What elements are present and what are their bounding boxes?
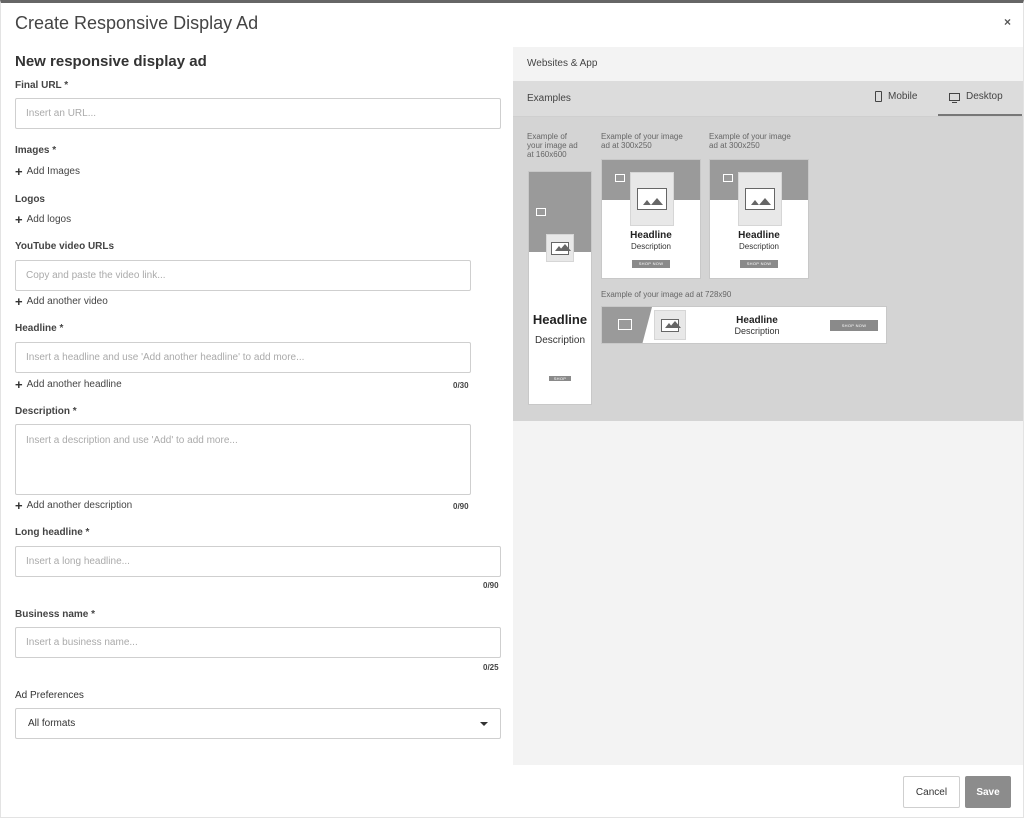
description-textarea[interactable]	[15, 424, 471, 495]
add-logos-label: Add logos	[26, 214, 72, 225]
image-icon	[745, 188, 775, 210]
plus-icon: +	[15, 211, 23, 227]
image-icon	[637, 188, 667, 210]
save-button[interactable]: Save	[965, 776, 1011, 808]
ad-description: Description	[738, 242, 779, 251]
image-icon	[551, 241, 572, 255]
add-logos-link[interactable]: + Add logos	[15, 211, 72, 227]
examples-area: Example of your image ad at 160x600 Exam…	[513, 117, 1023, 421]
headline-input[interactable]	[15, 342, 471, 373]
preview-header: Websites & App	[513, 47, 1023, 81]
headline-counter: 0/30	[453, 381, 469, 390]
add-images-label: Add Images	[26, 166, 80, 177]
ad-headline: Headline	[738, 230, 780, 241]
logos-label: Logos	[15, 194, 45, 205]
ad-preferences-value: All formats	[28, 718, 76, 729]
active-tab-indicator	[938, 114, 1022, 116]
ad-description: Description	[630, 242, 671, 251]
images-label: Images *	[15, 145, 57, 156]
add-description-label: Add another description	[26, 500, 133, 511]
tab-mobile[interactable]: Mobile	[875, 91, 917, 102]
ad-description: Description	[534, 335, 586, 346]
add-images-link[interactable]: + Add Images	[15, 163, 80, 179]
long-headline-input[interactable]	[15, 546, 501, 577]
ad-preferences-select[interactable]: All formats	[15, 708, 501, 739]
logo-icon	[536, 208, 546, 216]
tab-mobile-label: Mobile	[888, 91, 918, 102]
long-headline-counter: 0/90	[483, 581, 499, 590]
ad-preview-160x600: Headline Description SHOP NOW	[528, 171, 592, 405]
tab-desktop[interactable]: Desktop	[949, 91, 1003, 103]
ad-headline: Headline	[532, 312, 588, 327]
description-counter: 0/90	[453, 502, 469, 511]
preview-tabbar: Examples Mobile Desktop	[513, 81, 1023, 117]
image-placeholder	[630, 172, 674, 226]
final-url-label: Final URL *	[15, 80, 69, 91]
preview-network-label: Websites & App	[527, 58, 598, 69]
ad-headline: Headline	[736, 315, 778, 326]
caption-300x250-a: Example of your image ad at 300x250	[601, 132, 683, 150]
business-name-input[interactable]	[15, 627, 501, 658]
add-headline-label: Add another headline	[26, 379, 122, 390]
long-headline-label: Long headline *	[15, 527, 90, 538]
add-description-link[interactable]: + Add another description	[15, 497, 133, 513]
plus-icon: +	[15, 163, 23, 179]
ad-preview-panel: Websites & App Examples Mobile Desktop E…	[513, 47, 1023, 765]
shop-now-button: SHOP NOW	[830, 320, 878, 331]
modal-title: Create Responsive Display Ad	[15, 13, 259, 33]
plus-icon: +	[15, 376, 23, 392]
form-heading: New responsive display ad	[15, 53, 207, 70]
youtube-label: YouTube video URLs	[15, 241, 115, 252]
shop-now-button: SHOP NOW	[632, 260, 670, 268]
add-video-link[interactable]: + Add another video	[15, 293, 108, 309]
logo-icon	[615, 174, 625, 182]
final-url-input[interactable]	[15, 98, 501, 129]
desktop-monitor-icon	[949, 92, 960, 103]
image-placeholder	[654, 310, 686, 340]
caption-300x250-b: Example of your image ad at 300x250	[709, 132, 791, 150]
ad-preview-728x90: Headline Description SHOP NOW	[601, 306, 887, 344]
ad-preview-300x250-a: Headline Description SHOP NOW	[601, 159, 701, 279]
ad-preferences-label: Ad Preferences	[15, 690, 84, 701]
plus-icon: +	[15, 497, 23, 513]
ad-preview-300x250-b: Headline Description SHOP NOW	[709, 159, 809, 279]
logo-icon	[618, 319, 632, 330]
image-icon	[661, 318, 682, 332]
ad-description: Description	[734, 326, 780, 336]
logo-icon	[723, 174, 733, 182]
business-name-counter: 0/25	[483, 663, 499, 672]
add-headline-link[interactable]: + Add another headline	[15, 376, 122, 392]
image-placeholder	[738, 172, 782, 226]
plus-icon: +	[15, 293, 23, 309]
shop-now-button: SHOP NOW	[549, 376, 571, 386]
shop-now-button: SHOP NOW	[740, 260, 778, 268]
image-placeholder	[546, 234, 574, 262]
youtube-url-input[interactable]	[15, 260, 471, 291]
headline-label: Headline *	[15, 323, 64, 334]
close-icon[interactable]: ×	[1004, 15, 1011, 29]
caption-160x600: Example of your image ad at 160x600	[527, 132, 578, 159]
chevron-down-icon	[480, 722, 488, 726]
description-label: Description *	[15, 406, 77, 417]
create-ad-modal: Create Responsive Display Ad × New respo…	[0, 0, 1024, 818]
ad-headline: Headline	[630, 230, 672, 241]
add-video-label: Add another video	[26, 296, 108, 307]
tab-desktop-label: Desktop	[966, 91, 1003, 102]
mobile-phone-icon	[875, 91, 882, 102]
business-name-label: Business name *	[15, 609, 96, 620]
caption-728x90: Example of your image ad at 728x90	[601, 290, 732, 299]
examples-label: Examples	[527, 93, 571, 104]
cancel-button[interactable]: Cancel	[903, 776, 960, 808]
